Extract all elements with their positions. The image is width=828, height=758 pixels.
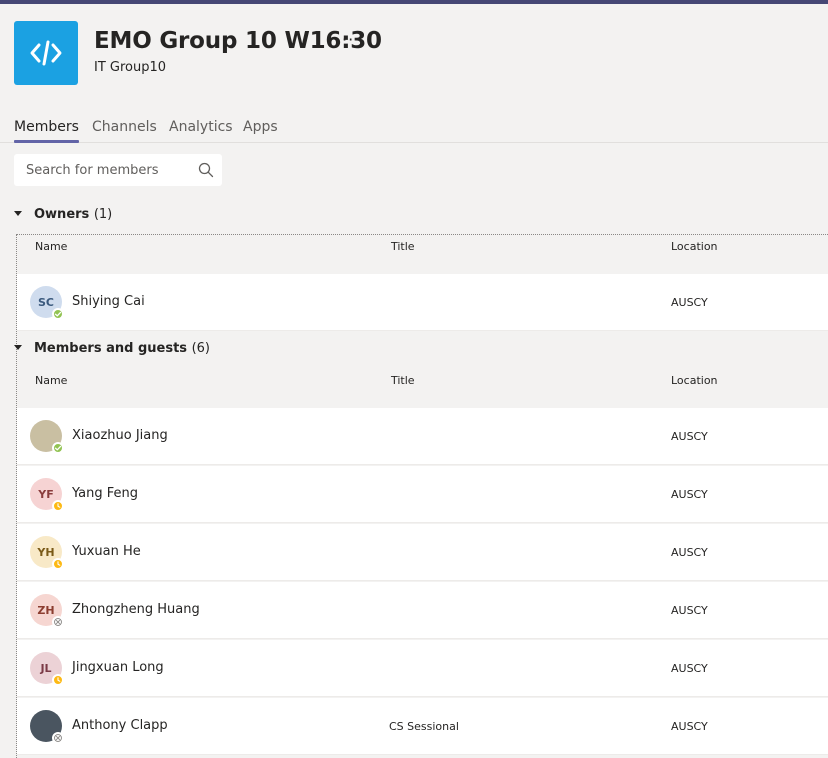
member-row[interactable]: Xiaozhuo Jiang AUSCY	[17, 408, 828, 465]
member-location: AUSCY	[671, 720, 708, 733]
member-name[interactable]: Xiaozhuo Jiang	[72, 428, 168, 443]
tab-apps[interactable]: Apps	[243, 119, 278, 135]
search-input[interactable]	[14, 154, 194, 186]
member-row[interactable]: Anthony Clapp CS Sessional AUSCY	[17, 698, 828, 755]
member-name[interactable]: Anthony Clapp	[72, 718, 168, 733]
code-icon	[30, 40, 62, 66]
search-icon[interactable]	[198, 162, 214, 178]
member-title: CS Sessional	[389, 720, 459, 733]
column-header-location[interactable]: Location	[671, 374, 718, 387]
caret-down-icon	[14, 345, 22, 350]
members-guests-label: Members and guests	[34, 341, 188, 356]
column-header-location[interactable]: Location	[671, 240, 718, 253]
member-location: AUSCY	[671, 662, 708, 675]
member-row[interactable]: YF Yang Feng AUSCY	[17, 466, 828, 523]
presence-offline-icon	[52, 732, 64, 744]
member-location: AUSCY	[671, 546, 708, 559]
column-header-title[interactable]: Title	[391, 374, 415, 387]
member-row[interactable]: ZH Zhongzheng Huang AUSCY	[17, 582, 828, 639]
member-location: AUSCY	[671, 604, 708, 617]
member-location: AUSCY	[671, 488, 708, 501]
member-name[interactable]: Shiying Cai	[72, 294, 145, 309]
owners-label: Owners	[34, 207, 90, 222]
member-name[interactable]: Yuxuan He	[72, 544, 141, 559]
presence-away-icon	[52, 500, 64, 512]
section-label: Owners (1)	[34, 207, 112, 222]
team-logo	[14, 21, 78, 85]
column-header-title[interactable]: Title	[391, 240, 415, 253]
team-name: EMO Group 10 W16:30	[94, 28, 382, 54]
member-row[interactable]: JL Jingxuan Long AUSCY	[17, 640, 828, 697]
owners-count: (1)	[93, 207, 113, 222]
members-guests-count: (6)	[191, 341, 210, 356]
member-location: AUSCY	[671, 430, 708, 443]
presence-available-icon	[52, 442, 64, 454]
more-options-button[interactable]: ···	[342, 30, 360, 49]
column-header-name[interactable]: Name	[35, 240, 67, 253]
member-name[interactable]: Zhongzheng Huang	[72, 602, 200, 617]
presence-away-icon	[52, 558, 64, 570]
members-section-header[interactable]: Members and guests (6)	[14, 340, 414, 360]
tab-analytics[interactable]: Analytics	[169, 119, 233, 135]
member-location: AUSCY	[671, 296, 708, 309]
member-row[interactable]: YH Yuxuan He AUSCY	[17, 524, 828, 581]
presence-offline-icon	[52, 616, 64, 628]
app-top-bar	[0, 0, 828, 4]
member-row[interactable]: SC Shiying Cai AUSCY	[17, 274, 828, 331]
presence-away-icon	[52, 674, 64, 686]
tab-channels[interactable]: Channels	[92, 119, 157, 135]
tab-members[interactable]: Members	[14, 119, 79, 143]
owners-section-header[interactable]: Owners (1)	[14, 206, 414, 226]
presence-available-icon	[52, 308, 64, 320]
section-label: Members and guests (6)	[34, 341, 210, 356]
tab-bar: Members Channels Analytics Apps	[0, 116, 828, 143]
column-header-name[interactable]: Name	[35, 374, 67, 387]
team-subtitle: IT Group10	[94, 60, 167, 75]
member-name[interactable]: Jingxuan Long	[72, 660, 164, 675]
member-name[interactable]: Yang Feng	[72, 486, 138, 501]
search-box	[14, 154, 222, 186]
caret-down-icon	[14, 211, 22, 216]
